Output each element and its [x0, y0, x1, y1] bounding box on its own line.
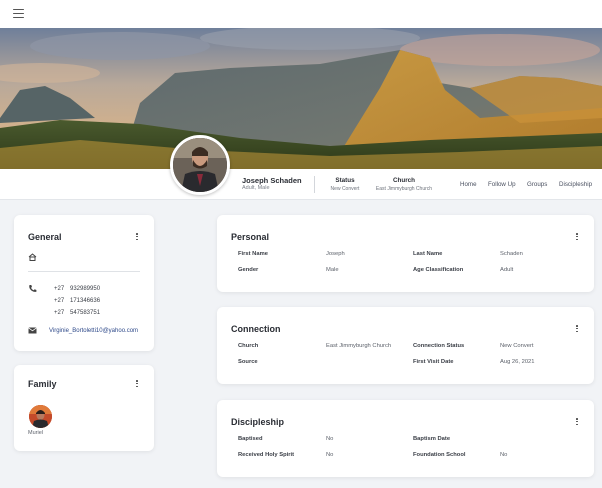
- first-name-value: Joseph: [326, 251, 345, 257]
- phone-code: +27: [54, 298, 65, 304]
- connection-status-label: Connection Status: [413, 343, 465, 349]
- profile-name: Joseph Schaden: [242, 176, 302, 185]
- home-icon: [28, 253, 37, 261]
- discipleship-more-icon[interactable]: [575, 418, 579, 427]
- profile-divider: [314, 176, 315, 193]
- church-value: East Jimmyburgh Church: [375, 186, 433, 192]
- tab-follow-up[interactable]: Follow Up: [488, 181, 516, 188]
- baptised-label: Baptised: [238, 436, 263, 442]
- personal-card: [217, 215, 594, 292]
- general-more-icon[interactable]: [135, 233, 139, 242]
- church-field-label: Church: [238, 343, 259, 349]
- source-label: Source: [238, 359, 258, 365]
- received-holy-spirit-value: No: [326, 452, 334, 458]
- connection-more-icon[interactable]: [575, 325, 579, 334]
- discipleship-card: [217, 400, 594, 477]
- family-more-icon[interactable]: [135, 380, 139, 389]
- general-title: General: [28, 232, 62, 242]
- baptism-date-label: Baptism Date: [413, 436, 451, 442]
- foundation-school-value: No: [500, 452, 508, 458]
- discipleship-title: Discipleship: [231, 417, 285, 427]
- age-classification-value: Adult: [500, 267, 514, 273]
- email-icon: [28, 327, 37, 334]
- phone-icon: [29, 285, 37, 292]
- general-divider: [28, 271, 140, 272]
- first-name-label: First Name: [238, 251, 268, 257]
- connection-title: Connection: [231, 324, 281, 334]
- hamburger-menu-icon[interactable]: [13, 9, 24, 19]
- connection-status-value: New Convert: [500, 343, 534, 349]
- baptised-value: No: [326, 436, 334, 442]
- gender-label: Gender: [238, 267, 259, 273]
- phone-number[interactable]: 932989950: [70, 286, 100, 292]
- tab-groups[interactable]: Groups: [527, 181, 547, 188]
- personal-more-icon[interactable]: [575, 233, 579, 242]
- profile-subtitle: Adult, Male: [242, 185, 270, 191]
- phone-code: +27: [54, 286, 65, 292]
- connection-card: [217, 307, 594, 384]
- foundation-school-label: Foundation School: [413, 452, 466, 458]
- received-holy-spirit-label: Received Holy Spirit: [238, 452, 295, 458]
- phone-number[interactable]: 171346636: [70, 298, 100, 304]
- first-visit-date-label: First Visit Date: [413, 359, 454, 365]
- family-title: Family: [28, 379, 57, 389]
- mountain-landscape-image: [0, 28, 602, 169]
- tab-discipleship[interactable]: Discipleship: [559, 181, 592, 188]
- status-value: New Convert: [330, 186, 360, 192]
- tab-home[interactable]: Home: [460, 181, 477, 188]
- family-member-name: Muriel: [28, 430, 43, 436]
- status-label: Status: [335, 177, 355, 184]
- person-photo-icon: [173, 138, 227, 192]
- church-label: Church: [392, 177, 416, 184]
- top-bar: [0, 0, 602, 28]
- gender-value: Male: [326, 267, 339, 273]
- age-classification-label: Age Classification: [413, 267, 464, 273]
- church-field-value: East Jimmyburgh Church: [326, 343, 392, 349]
- email-link[interactable]: Virginie_Bortoletti10@yahoo.com: [49, 328, 138, 334]
- phone-code: +27: [54, 310, 65, 316]
- phone-number[interactable]: 547583751: [70, 310, 100, 316]
- cover-banner: [0, 28, 602, 169]
- profile-avatar[interactable]: [170, 135, 230, 195]
- first-visit-date-value: Aug 26, 2021: [500, 359, 535, 365]
- last-name-value: Schaden: [500, 251, 523, 257]
- person-photo-icon: [29, 405, 52, 428]
- last-name-label: Last Name: [413, 251, 443, 257]
- family-member-avatar[interactable]: [29, 405, 52, 428]
- personal-title: Personal: [231, 232, 270, 242]
